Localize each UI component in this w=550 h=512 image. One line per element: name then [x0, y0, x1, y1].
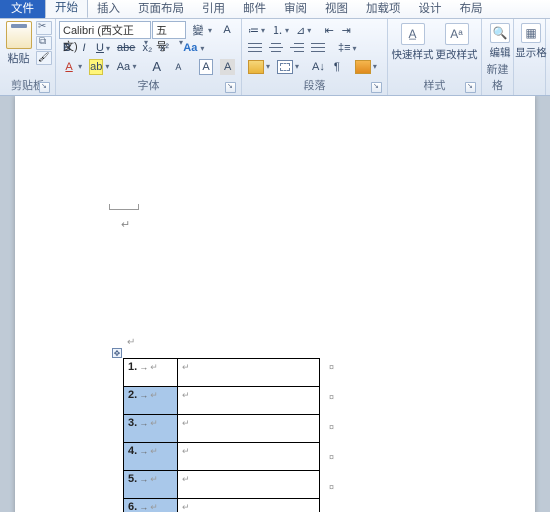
page[interactable]: ↵ ↵ ✥ 1.→↵ ↵ 2.→↵ ↵ 3.→↵ ↵ 4.→↵ ↵ 5.→↵ ↵ — [15, 96, 535, 512]
find-button[interactable]: 🔍 编辑 — [485, 21, 515, 60]
change-case-button[interactable]: 變 — [187, 21, 215, 39]
text-effects-button[interactable]: Aa — [179, 39, 207, 57]
ruler-indent-marker — [109, 204, 139, 210]
clipboard-launcher-icon[interactable] — [39, 82, 50, 93]
indent-dec-button[interactable]: ⇤ — [321, 21, 337, 39]
align-center-button[interactable] — [266, 39, 286, 57]
change-styles-button[interactable]: Aᵃ 更改样式 — [435, 21, 478, 62]
tab-addins[interactable]: 加载项 — [357, 0, 410, 18]
edit-label: 编辑 — [490, 45, 511, 60]
highlight-button[interactable]: ab — [86, 58, 112, 76]
grow-font-button[interactable]: A — [146, 58, 167, 76]
char-border-button[interactable]: A — [196, 58, 217, 76]
paste-button[interactable]: 粘贴 — [3, 21, 34, 66]
document-table[interactable]: 1.→↵ ↵ 2.→↵ ↵ 3.→↵ ↵ 4.→↵ ↵ 5.→↵ ↵ 6.→↵ … — [123, 358, 320, 512]
line-spacing-button[interactable]: ‡≡ — [335, 39, 360, 57]
row-number: 2. — [128, 389, 137, 401]
sort-button[interactable]: A↓ — [309, 58, 328, 76]
align-right-button[interactable] — [287, 39, 307, 57]
styles-launcher-icon[interactable] — [465, 82, 476, 93]
display-button[interactable]: ▦ 显示格 — [517, 21, 545, 60]
snap-button[interactable] — [352, 58, 380, 76]
paste-icon — [6, 21, 32, 49]
paragraph-mark: ↵ — [121, 218, 130, 231]
grid-display-icon: ▦ — [521, 23, 541, 43]
borders-button[interactable] — [274, 58, 302, 76]
group-clipboard: 粘贴 剪贴板 — [0, 19, 56, 95]
case-button[interactable]: Aa — [113, 58, 139, 76]
table-move-handle[interactable]: ✥ — [112, 348, 122, 358]
row-number: 1. — [128, 361, 137, 373]
indent-inc-button[interactable]: ⇥ — [338, 21, 354, 39]
change-styles-label: 更改样式 — [436, 47, 478, 62]
char-shading-button[interactable]: A — [217, 58, 238, 76]
tab-file[interactable]: 文件 — [0, 0, 45, 18]
tab-view[interactable]: 视图 — [316, 0, 357, 18]
font-size-select[interactable]: 五号 — [152, 21, 186, 39]
row-number: 5. — [128, 473, 137, 485]
row-number: 4. — [128, 445, 137, 457]
row-number: 3. — [128, 417, 137, 429]
strike-button[interactable]: abe — [114, 39, 138, 57]
align-left-button[interactable] — [245, 39, 265, 57]
change-styles-icon: Aᵃ — [445, 23, 469, 45]
font-name-select[interactable]: Calibri (西文正文) — [59, 21, 151, 39]
bullets-button[interactable]: ≔ — [245, 21, 268, 39]
tab-table-layout[interactable]: 布局 — [451, 0, 492, 18]
align-justify-button[interactable] — [308, 39, 328, 57]
format-painter-button[interactable] — [36, 51, 52, 65]
table-row[interactable]: 1.→↵ ↵ — [124, 359, 320, 387]
tab-table-design[interactable]: 设计 — [410, 0, 451, 18]
tab-home[interactable]: 开始 — [45, 0, 88, 18]
shrink-font-button[interactable]: A — [168, 58, 189, 76]
italic-button[interactable]: I — [76, 39, 92, 57]
tab-review[interactable]: 审阅 — [275, 0, 316, 18]
tab-references[interactable]: 引用 — [193, 0, 234, 18]
clipboard-group-label: 剪贴板 — [3, 76, 52, 95]
binoculars-icon: 🔍 — [490, 23, 510, 43]
numbering-button[interactable]: ⒈ — [269, 21, 292, 39]
quick-styles-label: 快速样式 — [392, 47, 434, 62]
underline-button[interactable]: U — [93, 39, 113, 57]
quick-styles-button[interactable]: A̲ 快速样式 — [391, 21, 434, 62]
font-launcher-icon[interactable] — [225, 82, 236, 93]
quick-styles-icon: A̲ — [401, 23, 425, 45]
ribbon-tabs: 文件 开始 插入 页面布局 引用 邮件 审阅 视图 加载项 设计 布局 — [0, 0, 550, 19]
font-group-label: 字体 — [59, 76, 238, 95]
group-paragraph: ≔ ⒈ ⊿ ⇤ ⇥ ‡≡ A↓ ¶ 段落 — [242, 19, 388, 95]
shading-button[interactable] — [245, 58, 273, 76]
table-row[interactable]: 3.→↵ ↵ — [124, 415, 320, 443]
copy-button[interactable] — [36, 36, 52, 50]
paragraph-launcher-icon[interactable] — [371, 82, 382, 93]
group-styles: A̲ 快速样式 Aᵃ 更改样式 样式 — [388, 19, 482, 95]
clear-format-button[interactable]: A — [216, 21, 238, 39]
paragraph-mark: ↵ — [127, 337, 135, 348]
table-row[interactable]: 2.→↵ ↵ — [124, 387, 320, 415]
tab-mail[interactable]: 邮件 — [234, 0, 275, 18]
border-icon — [277, 60, 293, 74]
group-editing: 🔍 编辑 新建格 — [482, 19, 514, 95]
table-row[interactable]: 5.→↵ ↵ — [124, 471, 320, 499]
table-row[interactable]: 4.→↵ ↵ — [124, 443, 320, 471]
font-color-button[interactable]: A — [59, 58, 85, 76]
row-number: 6. — [128, 501, 137, 512]
document-area: ↵ ↵ ✥ 1.→↵ ↵ 2.→↵ ↵ 3.→↵ ↵ 4.→↵ ↵ 5.→↵ ↵ — [0, 96, 550, 512]
ribbon: 粘贴 剪贴板 Calibri (西文正文) 五号 變 A B I U abe x… — [0, 19, 550, 96]
tab-page-layout[interactable]: 页面布局 — [129, 0, 193, 18]
group-font: Calibri (西文正文) 五号 變 A B I U abe x₂ x² Aa… — [56, 19, 242, 95]
table-row[interactable]: 6.→↵ ↵ — [124, 499, 320, 512]
tab-insert[interactable]: 插入 — [88, 0, 129, 18]
multilevel-button[interactable]: ⊿ — [293, 21, 314, 39]
styles-group-label: 样式 — [391, 76, 478, 95]
paste-label: 粘贴 — [8, 50, 30, 66]
grid-icon — [355, 60, 371, 74]
paint-bucket-icon — [248, 60, 264, 74]
display-label: 显示格 — [515, 45, 547, 60]
paragraph-group-label: 段落 — [245, 76, 384, 95]
show-marks-button[interactable]: ¶ — [329, 58, 345, 76]
edit-group-label: 新建格 — [485, 60, 510, 95]
cut-button[interactable] — [36, 21, 52, 35]
group-last: ▦ 显示格 — [514, 19, 546, 95]
